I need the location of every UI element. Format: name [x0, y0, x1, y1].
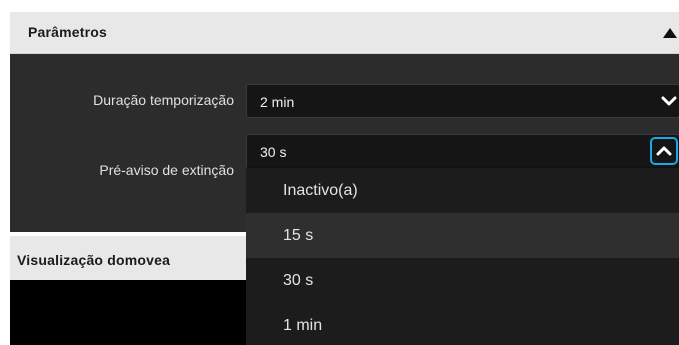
- visualizacao-header[interactable]: Visualização domovea: [10, 236, 246, 280]
- duracao-label: Duração temporização: [93, 92, 234, 108]
- settings-page: Parâmetros Duração temporização 2 min Pr…: [0, 0, 679, 345]
- visualizacao-panel: [10, 280, 246, 345]
- dropdown-option[interactable]: 30 s: [246, 258, 679, 303]
- chevron-down-icon[interactable]: [661, 94, 677, 108]
- visualizacao-title: Visualização domovea: [17, 252, 171, 268]
- preaviso-dropdown-list: Inactivo(a) 15 s 30 s 1 min: [246, 168, 679, 345]
- caret-up-icon[interactable]: [660, 26, 679, 40]
- dropdown-option[interactable]: 1 min: [246, 303, 679, 345]
- preaviso-label: Pré-aviso de extinção: [99, 162, 234, 178]
- dropdown-option[interactable]: Inactivo(a): [246, 168, 679, 213]
- parametros-header[interactable]: Parâmetros: [10, 12, 679, 54]
- duracao-select[interactable]: 2 min: [246, 84, 679, 118]
- chevron-up-icon[interactable]: [650, 137, 678, 165]
- dropdown-option[interactable]: 15 s: [246, 213, 679, 258]
- preaviso-selected-value: 30 s: [260, 144, 287, 160]
- preaviso-select[interactable]: 30 s: [246, 134, 679, 168]
- parametros-title: Parâmetros: [28, 24, 108, 40]
- duracao-selected-value: 2 min: [260, 94, 295, 110]
